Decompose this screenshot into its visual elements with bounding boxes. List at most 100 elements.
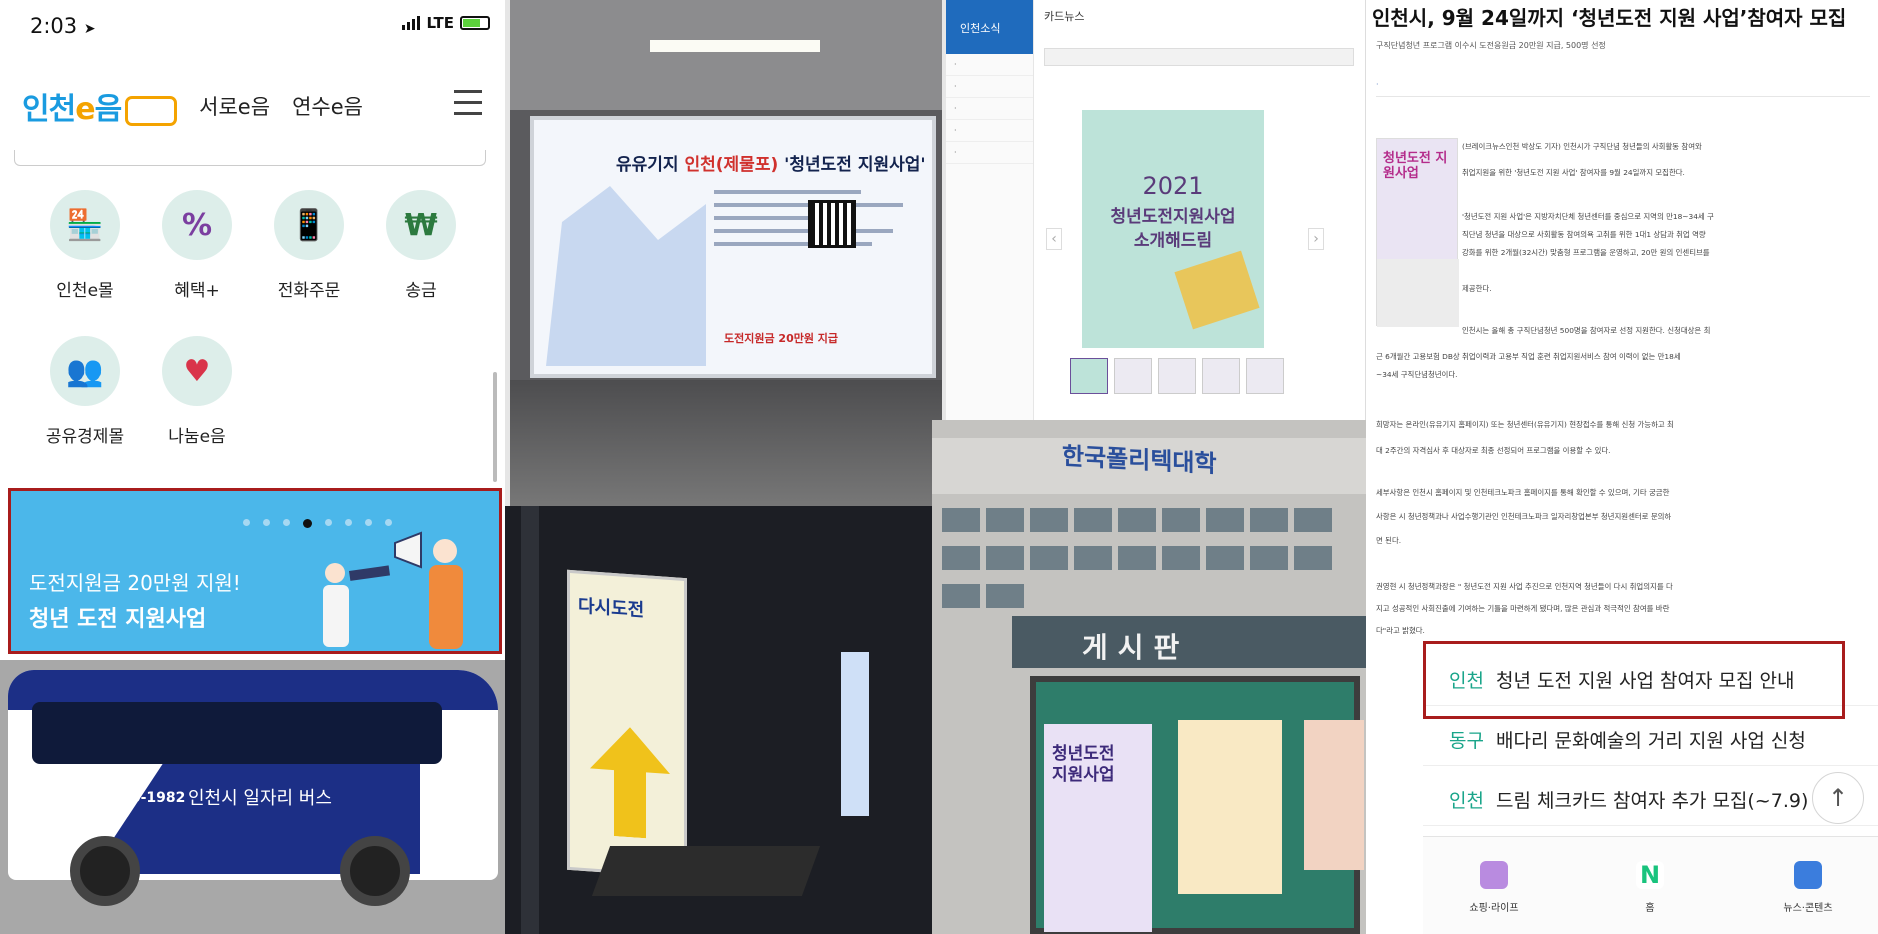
article-subheadline: 구직단념청년 프로그램 이수시 도전응원금 20만원 지급, 500명 선정 xyxy=(1376,41,1606,50)
article-paragraph: 취업지원을 위한 '청년도전 지원 사업' 참여자를 9월 24일까지 모집한다… xyxy=(1462,168,1685,177)
money-bag-icon: ₩ xyxy=(386,190,456,260)
article-paragraph: 다"라고 밝혔다. xyxy=(1376,626,1425,635)
scroll-top-button[interactable]: ↑ xyxy=(1812,772,1864,824)
qr-code xyxy=(808,200,856,248)
article-title-bar xyxy=(1044,48,1354,66)
bus-stop-photo: 다시도전 xyxy=(505,506,932,934)
location-arrow-icon: ➤ xyxy=(83,21,96,37)
next-arrow-icon[interactable]: › xyxy=(1308,228,1324,250)
nav-link-seoro[interactable]: 서로e음 xyxy=(199,91,270,121)
sidebar-item[interactable]: · xyxy=(946,98,1033,120)
news-article: 인천시, 9월 24일까지 ‘청년도전 지원 사업’참여자 모집 구직단념청년 … xyxy=(1366,0,1878,934)
list-item[interactable]: 인천 드림 체크카드 참여자 추가 모집(~7.9) xyxy=(1423,770,1878,826)
ceiling xyxy=(510,0,942,110)
ceiling-lamp xyxy=(650,40,820,52)
grid-item-sharing-mall[interactable]: 👥 공유경제몰 xyxy=(40,336,130,447)
banner-line1: 도전지원금 20만원 지원! xyxy=(29,571,241,595)
incheon-eum-app: 2:03 ➤ LTE 인천e음 서로e음 연수e음 🏪 인천e몰 % 혜택+ 📱… xyxy=(0,0,505,660)
job-bus-photo: T. 1600-1982 인천시 일자리 버스 xyxy=(0,660,505,934)
sidebar-item[interactable]: · xyxy=(946,142,1033,164)
tab-news-contents[interactable]: 뉴스·콘텐츠 xyxy=(1753,861,1863,914)
shopping-bag-icon xyxy=(1480,861,1508,889)
logo-main: 인천 xyxy=(22,92,76,127)
site-nav-head[interactable]: 인천소식 xyxy=(946,0,1033,54)
nav-link-yeonsu[interactable]: 연수e음 xyxy=(292,91,363,121)
sidebar-item[interactable]: · xyxy=(946,120,1033,142)
network-label: LTE xyxy=(426,14,454,32)
arrow-up-icon xyxy=(590,724,670,840)
megaphone-people-illustration xyxy=(323,531,463,649)
naver-n-icon: N xyxy=(1636,861,1664,889)
card-title2: 소개해드림 xyxy=(1133,231,1213,251)
list-item-region: 동구 xyxy=(1449,730,1484,752)
phone-order-icon: 📱 xyxy=(274,190,344,260)
grid-item-label: 인천e몰 xyxy=(56,281,114,301)
bench xyxy=(591,846,821,896)
sidebar-item[interactable]: · xyxy=(946,54,1033,76)
sign-title-b: 인천(제물포) xyxy=(684,155,779,175)
lightbox-sign: 유유기지 인천(제물포) '청년도전 지원사업' 도전지원금 20만원 지급 xyxy=(530,116,936,378)
list-item-region: 인천 xyxy=(1449,790,1484,812)
grid-item-label: 혜택+ xyxy=(174,281,220,301)
tab-home[interactable]: N 홈 xyxy=(1595,861,1705,914)
board-poster-main: 청년도전 지원사업 xyxy=(1044,724,1152,932)
sign-money: 도전지원금 20만원 지급 xyxy=(724,332,839,345)
card-news-image: 2021 청년도전지원사업 소개해드림 xyxy=(1082,110,1264,348)
grid-item-label: 전화주문 xyxy=(277,281,341,301)
menu-icon[interactable] xyxy=(454,90,482,123)
grid-item-sharing-eum[interactable]: ♥ 나눔e음 xyxy=(152,336,242,447)
article-paragraph: (브레이크뉴스인천 박상도 기자) 인천시가 구직단념 청년들의 사회활동 참여… xyxy=(1462,142,1702,151)
logo-e: e xyxy=(75,92,95,127)
sharing-people-icon: 👥 xyxy=(50,336,120,406)
tab-shopping-life[interactable]: 쇼핑·라이프 xyxy=(1439,861,1549,914)
list-item-title: 배다리 문화예술의 거리 지원 사업 신청 xyxy=(1496,730,1806,752)
article-paragraph: 지고 성공적인 사회진출에 기여하는 기틀을 마련하게 됐다며, 많은 관심과 … xyxy=(1376,604,1670,613)
grid-item-incheon-mall[interactable]: 🏪 인천e몰 xyxy=(40,190,130,301)
scrollbar[interactable] xyxy=(493,372,497,482)
bus-wheel-rear xyxy=(340,836,410,906)
site-sidebar: 인천소식 · · · · · xyxy=(946,0,1034,420)
list-item-title: 드림 체크카드 참여자 추가 모집(~7.9) xyxy=(1496,790,1809,812)
search-box-edge xyxy=(14,150,486,166)
article-paragraph: ~34세 구직단념청년이다. xyxy=(1376,370,1458,379)
board-poster-line2: 지원사업 xyxy=(1052,765,1115,785)
bus-wheel-front xyxy=(70,836,140,906)
card-illustration xyxy=(1174,250,1260,330)
board-poster-3 xyxy=(1304,720,1364,870)
app-header: 인천e음 서로e음 연수e음 xyxy=(22,84,482,128)
building-windows xyxy=(942,508,1352,622)
app-logo[interactable]: 인천e음 xyxy=(22,84,178,128)
bus-name: 인천시 일자리 버스 xyxy=(188,788,332,809)
sign-illustration xyxy=(546,186,706,366)
polytech-board-photo: 한국폴리텍대학 게시판 청년도전 지원사업 xyxy=(932,420,1366,934)
article-photo: 청년도전 지원사업 xyxy=(1376,138,1459,327)
grid-item-label: 나눔e음 xyxy=(168,427,226,447)
card-thumbnails[interactable] xyxy=(1070,358,1284,394)
board-poster-2 xyxy=(1178,720,1282,894)
grid-item-phone-order[interactable]: 📱 전화주문 xyxy=(264,190,354,301)
article-byline: · xyxy=(1376,80,1379,89)
bus-windows xyxy=(32,702,442,764)
card-year: 2021 xyxy=(1142,172,1204,200)
grid-item-transfer[interactable]: ₩ 송금 xyxy=(376,190,466,301)
article-paragraph: 희망자는 온라인(유유기지 홈페이지) 또는 청년센터(유유기지) 현장접수를 … xyxy=(1376,420,1674,429)
bus-phone: T. 1600-1982 xyxy=(84,790,186,806)
tab-label: 홈 xyxy=(1645,903,1655,914)
sign-title: 유유기지 인천(제물포) '청년도전 지원사업' xyxy=(616,150,926,175)
tab-label: 뉴스·콘텐츠 xyxy=(1783,903,1833,914)
grid-item-benefit[interactable]: % 혜택+ xyxy=(152,190,242,301)
sidebar-item[interactable]: · xyxy=(946,76,1033,98)
grid-item-label: 공유경제몰 xyxy=(45,427,125,447)
station-floor xyxy=(510,380,942,506)
prev-arrow-icon[interactable]: ‹ xyxy=(1046,228,1062,250)
promo-banner[interactable]: 도전지원금 20만원 지원! 청년 도전 지원사업 xyxy=(8,488,502,654)
card-title1: 청년도전지원사업 xyxy=(1110,207,1236,227)
article-paragraph: 인천시는 올해 총 구직단념청년 500명을 참여자로 선정 지원한다. 신청대… xyxy=(1462,326,1711,335)
article-paragraph: 근 6개월간 고용보험 DB상 취업이력과 고용부 직업 훈련 취업지원서비스 … xyxy=(1376,352,1681,361)
status-bar: 2:03 ➤ LTE xyxy=(30,14,490,40)
highlight-box xyxy=(1423,641,1845,719)
article-headline: 인천시, 9월 24일까지 ‘청년도전 지원 사업’참여자 모집 xyxy=(1372,6,1847,30)
article-photo-caption xyxy=(1377,259,1459,327)
store-icon: 🏪 xyxy=(50,190,120,260)
section-title: 카드뉴스 xyxy=(1044,10,1085,23)
